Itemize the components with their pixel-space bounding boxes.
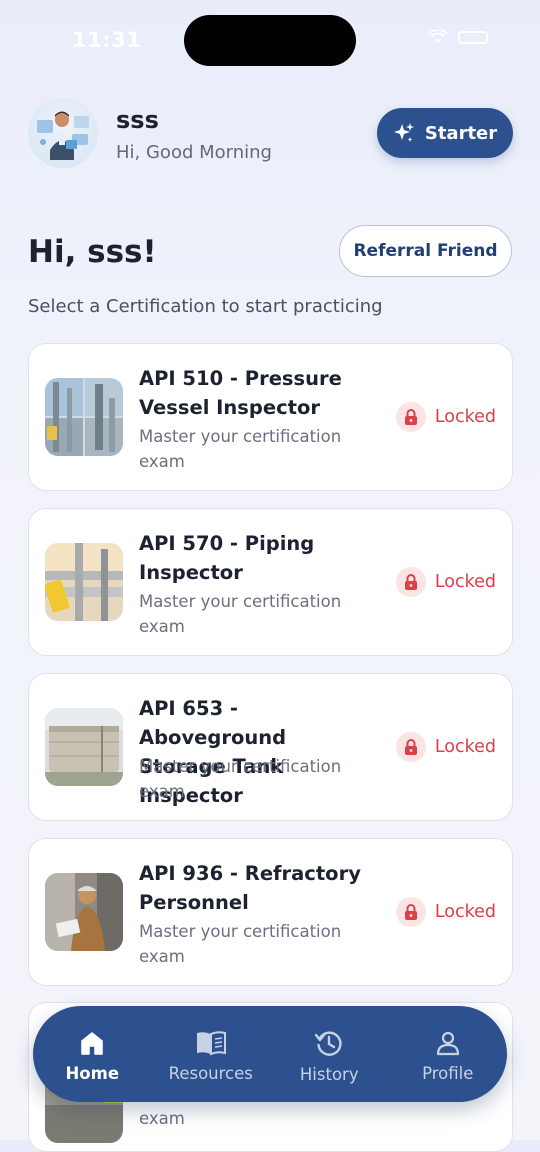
- status-bar: 11:31: [0, 0, 540, 80]
- certification-subtitle: Master your certification exam: [139, 922, 342, 966]
- certification-card-api-570[interactable]: API 570 - Piping Inspector Master your c…: [28, 508, 513, 656]
- lock-icon: [395, 402, 426, 432]
- locked-badge: Locked: [395, 732, 496, 762]
- nav-history[interactable]: History: [270, 1006, 389, 1102]
- certification-title: API 936 - Refractory Personnel: [139, 862, 361, 914]
- avatar-illustration: [37, 111, 89, 160]
- section-subtitle: Select a Certification to start practici…: [28, 296, 383, 317]
- locked-badge: Locked: [395, 897, 496, 927]
- certification-thumbnail: [45, 378, 123, 456]
- nav-profile[interactable]: Profile: [389, 1006, 508, 1102]
- status-icons: [428, 30, 488, 44]
- certification-list: API 510 - Pressure Vessel Inspector Mast…: [28, 343, 513, 1003]
- certification-thumbnail: [45, 708, 123, 786]
- certification-thumbnail: [45, 543, 123, 621]
- wifi-icon: [428, 30, 448, 43]
- lock-icon: [395, 567, 426, 597]
- certification-subtitle: Master your certification exam: [139, 592, 342, 636]
- sparkle-icon: [393, 122, 415, 144]
- dynamic-island: [184, 15, 356, 66]
- lock-icon: [395, 732, 426, 762]
- certification-subtitle: Master your certification exam: [139, 427, 342, 471]
- starter-label: Starter: [424, 122, 498, 144]
- locked-label: Locked: [434, 572, 496, 592]
- locked-badge: Locked: [395, 402, 496, 432]
- bottom-navigation: Home Resources History Profile: [33, 1006, 507, 1102]
- greeting-text: Hi, Good Morning: [116, 142, 272, 163]
- certification-subtitle: exam: [139, 1109, 185, 1128]
- starter-plan-button[interactable]: Starter: [377, 108, 513, 158]
- page-title: Hi, sss!: [28, 234, 157, 270]
- nav-home[interactable]: Home: [33, 1006, 152, 1102]
- nav-profile-label: Profile: [422, 1063, 474, 1083]
- certification-card-api-510[interactable]: API 510 - Pressure Vessel Inspector Mast…: [28, 343, 513, 491]
- nav-resources-label: Resources: [168, 1063, 253, 1083]
- status-time: 11:31: [72, 28, 142, 52]
- certification-title: API 510 - Pressure Vessel Inspector: [139, 367, 342, 419]
- username: sss: [116, 106, 159, 134]
- certification-title: API 570 - Piping Inspector: [139, 532, 315, 584]
- book-icon: [196, 1030, 226, 1056]
- nav-history-label: History: [299, 1064, 359, 1084]
- certification-thumbnail: [45, 873, 123, 951]
- certification-card-api-936[interactable]: API 936 - Refractory Personnel Master yo…: [28, 838, 513, 986]
- user-icon: [436, 1031, 459, 1055]
- history-icon: [315, 1030, 342, 1056]
- locked-label: Locked: [434, 902, 496, 922]
- certification-subtitle: Master your certification exam: [139, 757, 342, 801]
- locked-label: Locked: [434, 407, 496, 427]
- nav-home-label: Home: [65, 1063, 120, 1083]
- locked-label: Locked: [434, 737, 496, 757]
- lock-icon: [395, 897, 426, 927]
- avatar[interactable]: [28, 98, 98, 168]
- certification-card-api-653[interactable]: API 653 - Aboveground Storage Tank Inspe…: [28, 673, 513, 821]
- locked-badge: Locked: [395, 567, 496, 597]
- home-icon: [81, 1031, 103, 1055]
- referral-friend-button[interactable]: Referral Friend: [339, 225, 512, 277]
- battery-icon: [458, 30, 488, 44]
- nav-resources[interactable]: Resources: [152, 1006, 271, 1102]
